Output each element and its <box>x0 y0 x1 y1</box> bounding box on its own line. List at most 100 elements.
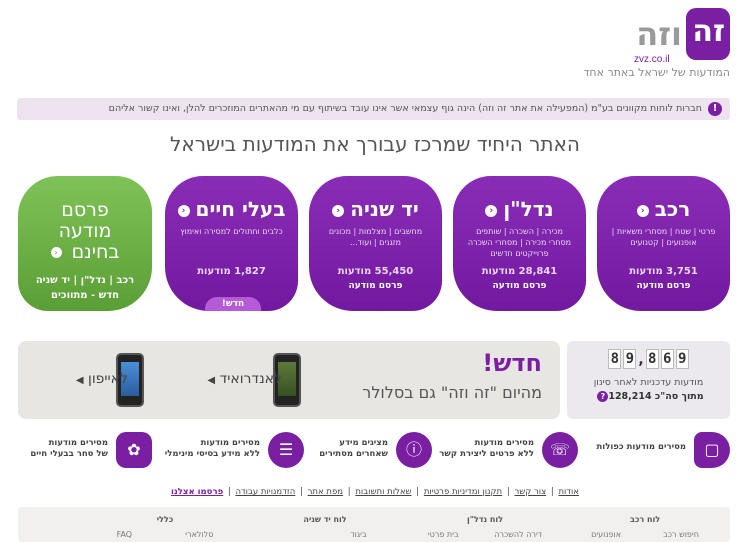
sitemap-column: כללי סלולארי FAQ <box>90 515 240 539</box>
chevron-left-icon: ‹ <box>177 204 190 217</box>
tagline: המודעות של ישראל באתר אחד <box>583 66 730 79</box>
footer-link-advertise[interactable]: פרסמו אצלנו <box>171 487 223 497</box>
free-title-line: פרסם <box>61 199 109 221</box>
counter-digit: 9 <box>675 349 689 369</box>
info-icon: ! <box>708 102 722 116</box>
ads-counter: 8 9 , 8 6 9 מודעות עדכניות לאחר סינון מת… <box>567 341 730 419</box>
sitemap-heading[interactable]: כללי <box>90 515 240 524</box>
sitemap-link[interactable]: FAQ <box>117 530 133 539</box>
sitemap-link[interactable]: דירה להשכרה <box>494 530 542 539</box>
sitemap-link[interactable]: אופנועים <box>591 530 621 539</box>
logo-mark-text: זה <box>692 14 725 49</box>
counter-label: מודעות עדכניות לאחר סינון <box>593 377 704 388</box>
feature-text: של סחר בבעלי חיים <box>30 449 108 459</box>
feature-text: שאחרים מסתירים <box>319 449 388 459</box>
category-subcategories[interactable]: מחשבים | מצלמות | מכונים מזגנים | ועוד..… <box>323 226 428 260</box>
category-subcategories[interactable]: מכירה | השכרה | שותפים מסחרי מכירה | מסח… <box>467 226 572 260</box>
feature-animal-trade: ✿ מסירים מודעות של סחר בבעלי חיים <box>12 432 152 472</box>
counter-digit: 9 <box>623 349 637 369</box>
post-ad-link[interactable]: פרסם מודעה <box>309 281 442 291</box>
sitemap-heading[interactable]: לוח נדל"ן <box>410 515 560 524</box>
list-icon: ☰ <box>268 432 304 468</box>
category-count: 3,751 מודעות <box>629 266 698 277</box>
feature-text: מציגים מידע <box>339 438 388 448</box>
feature-text: מסירים מודעות כפולות <box>596 442 686 452</box>
category-count: 28,841 מודעות <box>481 266 558 277</box>
feature-no-basic-info: ☰ מסירים מודעות ללא מידע בסיסי מינימלי <box>164 432 304 472</box>
category-pets[interactable]: בעלי חיים ‹ כלבים וחתולים למסירה ואימוץ 1… <box>165 176 298 311</box>
feature-text: ללא מידע בסיסי מינימלי <box>164 449 260 459</box>
post-ad-link[interactable]: פרסם מודעה <box>453 281 586 291</box>
category-subcategories[interactable]: פרטי | שטח | מסחרי משאיות | אופנועים | ק… <box>611 226 716 260</box>
footer-link-about[interactable]: אודות <box>558 487 579 497</box>
category-realestate[interactable]: נדל"ן ‹ מכירה | השכרה | שותפים מסחרי מכיר… <box>453 176 586 311</box>
category-car[interactable]: רכב ‹ פרטי | שטח | מסחרי משאיות | אופנועי… <box>597 176 730 311</box>
mobile-new-label: חדש! <box>482 349 542 377</box>
post-ad-link[interactable]: פרסם מודעה <box>597 281 730 291</box>
iphone-link[interactable]: לאייפון ◀ <box>76 371 128 387</box>
counter-total: מתוך סה"כ 128,214 <box>608 391 704 402</box>
free-brokers: חדש - מתווכים <box>51 290 119 301</box>
feature-text: ללא פרטים ליצירת קשר <box>439 449 534 459</box>
paw-icon: ✿ <box>116 432 152 468</box>
new-badge: חדש! <box>205 297 261 311</box>
category-count: 55,450 מודעות <box>337 266 414 277</box>
free-post-button[interactable]: פרסם מודעה בחינם ‹ רכב | נדל"ן | יד שניה… <box>18 176 152 311</box>
logo-mark: זה <box>686 8 730 60</box>
sitemap-heading[interactable]: לוח יד שניה <box>250 515 400 524</box>
free-categories: רכב | נדל"ן | יד שניה <box>35 275 135 286</box>
chevron-left-icon: ‹ <box>485 204 498 217</box>
chevron-left-icon: ‹ <box>50 247 62 258</box>
feature-duplicates: ▢ מסירים מודעות כפולות <box>596 432 730 472</box>
mobile-subtitle: מהיום "זה וזה" גם בסלולר <box>362 383 542 402</box>
chevron-left-icon: ‹ <box>636 204 649 217</box>
counter-digit: 8 <box>645 349 659 369</box>
help-icon[interactable]: ? <box>597 391 609 402</box>
category-title: יד שניה <box>350 197 419 221</box>
logo-domain: zvz.co.il <box>634 54 670 65</box>
iphone-link-label: לאייפון <box>88 371 128 387</box>
category-title: רכב <box>654 197 691 221</box>
category-second-hand[interactable]: יד שניה ‹ מחשבים | מצלמות | מכונים מזגנים… <box>309 176 442 311</box>
feature-no-contact: ☏ מסירים מודעות ללא פרטים ליצירת קשר <box>438 432 578 472</box>
page-headline: האתר היחיד שמרכז עבורך את המודעות בישראל <box>170 132 580 156</box>
sitemap-heading[interactable]: לוח רכב <box>570 515 720 524</box>
counter-digit: 8 <box>608 349 622 369</box>
sitemap-link[interactable]: בית פרטי <box>428 530 459 539</box>
logo-word: וזה <box>636 15 682 53</box>
feature-text: מסירים מודעות <box>48 438 108 448</box>
android-link[interactable]: לאנדרואיד ◀ <box>207 371 282 387</box>
footer-link-jobs[interactable]: הזדמנויות עבודה <box>235 487 295 497</box>
sitemap-footer: לוח רכב חיפוש רכב אופנועים לוח נדל"ן דירה… <box>18 507 730 542</box>
footer-link-contact[interactable]: צור קשר <box>514 487 546 497</box>
mobile-promo: חדש! מהיום "זה וזה" גם בסלולר לאנדרואיד … <box>18 341 560 419</box>
footer-link-faq[interactable]: שאלות ותשובות <box>355 487 411 497</box>
category-subcategories[interactable]: כלבים וחתולים למסירה ואימוץ <box>179 226 284 260</box>
counter-digit: 6 <box>660 349 674 369</box>
counter-digits: 8 9 , 8 6 9 <box>567 349 730 371</box>
duplicates-icon: ▢ <box>694 432 730 468</box>
sitemap-link[interactable]: סלולארי <box>185 530 213 539</box>
sitemap-column: לוח נדל"ן דירה להשכרה בית פרטי <box>410 515 560 539</box>
android-link-label: לאנדרואיד <box>219 371 282 387</box>
sitemap-column: לוח יד שניה ביגוד <box>250 515 400 539</box>
sitemap-link[interactable]: חיפוש רכב <box>663 530 699 539</box>
category-title: נדל"ן <box>503 197 554 221</box>
feature-text: מסירים מודעות <box>474 438 534 448</box>
info-icon: ⓘ <box>396 432 432 468</box>
chevron-left-icon: ‹ <box>332 204 345 217</box>
feature-text: מסירים מודעות <box>200 438 260 448</box>
footer-link-terms[interactable]: תקנון ומדיניות פרטיות <box>424 487 502 497</box>
disclaimer-text: חברות לוחות מקוונים בע"מ (המפעילה את אתר… <box>108 103 702 114</box>
category-count: 1,827 מודעות <box>197 266 266 277</box>
sitemap-column: לוח רכב חיפוש רכב אופנועים <box>570 515 720 539</box>
free-title-line: מודעה <box>58 220 112 242</box>
footer-link-sitemap[interactable]: מפת אתר <box>308 487 343 497</box>
free-title-line: בחינם <box>71 241 120 263</box>
footer-links: אודות | צור קשר | תקנון ומדיניות פרטיות … <box>171 487 579 497</box>
triangle-left-icon: ◀ <box>207 375 216 386</box>
sitemap-link[interactable]: ביגוד <box>350 530 366 539</box>
triangle-left-icon: ◀ <box>75 375 84 386</box>
feature-hidden-info: ⓘ מציגים מידע שאחרים מסתירים <box>312 432 432 472</box>
disclaimer-bar: ! חברות לוחות מקוונים בע"מ (המפעילה את א… <box>17 98 730 120</box>
